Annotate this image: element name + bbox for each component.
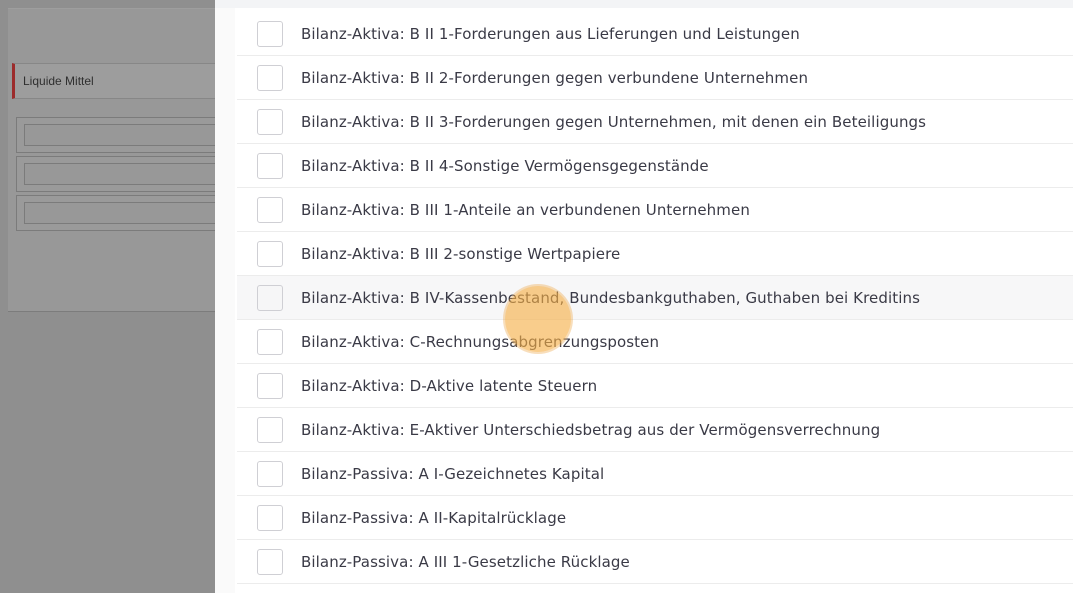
- item-label: Bilanz-Passiva: A II-Kapitalrücklage: [301, 508, 567, 527]
- item-label: Bilanz-Aktiva: D-Aktive latente Steuern: [301, 376, 598, 395]
- empty-field-1[interactable]: [16, 117, 215, 153]
- list-item[interactable]: Bilanz-Aktiva: B III 1-Anteile an verbun…: [237, 188, 1073, 232]
- item-label: Bilanz-Aktiva: E-Aktiver Unterschiedsbet…: [301, 420, 881, 439]
- top-background-strip: [215, 0, 1073, 8]
- empty-field-3-inner: [24, 202, 215, 224]
- liquide-mittel-field[interactable]: Liquide Mittel: [12, 63, 215, 99]
- list-item[interactable]: Bilanz-Passiva: A II-Kapitalrücklage: [237, 496, 1073, 540]
- item-checkbox[interactable]: [257, 152, 283, 179]
- list-item[interactable]: Bilanz-Aktiva: E-Aktiver Unterschiedsbet…: [237, 408, 1073, 452]
- item-checkbox[interactable]: [257, 240, 283, 267]
- item-checkbox[interactable]: [257, 548, 283, 575]
- item-label: Bilanz-Aktiva: B III 2-sonstige Wertpapi…: [301, 244, 621, 263]
- empty-field-2[interactable]: [16, 156, 215, 192]
- list-left-gutter: [215, 0, 235, 593]
- item-checkbox[interactable]: [257, 20, 283, 47]
- item-label: Bilanz-Aktiva: B II 3-Forderungen gegen …: [301, 112, 927, 131]
- item-checkbox[interactable]: [257, 284, 283, 311]
- empty-field-3[interactable]: [16, 195, 215, 231]
- item-label: Bilanz-Aktiva: C-Rechnungsabgrenzungspos…: [301, 332, 660, 351]
- list-item[interactable]: Bilanz-Aktiva: B II 2-Forderungen gegen …: [237, 56, 1073, 100]
- item-checkbox[interactable]: [257, 504, 283, 531]
- item-checkbox[interactable]: [257, 64, 283, 91]
- liquide-mittel-field-value: Liquide Mittel: [23, 74, 94, 88]
- item-checkbox[interactable]: [257, 196, 283, 223]
- account-checkbox-list: Bilanz-Aktiva: B II 1-Forderungen aus Li…: [215, 0, 1073, 593]
- item-checkbox[interactable]: [257, 328, 283, 355]
- item-label: Bilanz-Passiva: A III 1-Gesetzliche Rück…: [301, 552, 630, 571]
- item-label: Bilanz-Aktiva: B II 1-Forderungen aus Li…: [301, 24, 800, 43]
- list-item[interactable]: Bilanz-Aktiva: B II 4-Sonstige Vermögens…: [237, 144, 1073, 188]
- item-label: Bilanz-Aktiva: B II 2-Forderungen gegen …: [301, 68, 809, 87]
- list-item[interactable]: Bilanz-Aktiva: B II 3-Forderungen gegen …: [237, 100, 1073, 144]
- item-checkbox[interactable]: [257, 108, 283, 135]
- list-item[interactable]: Bilanz-Passiva: A I-Gezeichnetes Kapital: [237, 452, 1073, 496]
- list-item[interactable]: Bilanz-Aktiva: C-Rechnungsabgrenzungspos…: [237, 320, 1073, 364]
- item-checkbox[interactable]: [257, 372, 283, 399]
- list-item[interactable]: Bilanz-Passiva: A III 1-Gesetzliche Rück…: [237, 540, 1073, 584]
- item-label: Bilanz-Aktiva: B III 1-Anteile an verbun…: [301, 200, 750, 219]
- list-item[interactable]: Bilanz-Aktiva: B II 1-Forderungen aus Li…: [237, 12, 1073, 56]
- item-label: Bilanz-Passiva: A I-Gezeichnetes Kapital: [301, 464, 605, 483]
- empty-field-2-inner: [24, 163, 215, 185]
- list-item[interactable]: Bilanz-Aktiva: D-Aktive latente Steuern: [237, 364, 1073, 408]
- item-label: Bilanz-Aktiva: B IV-Kassenbestand, Bunde…: [301, 288, 921, 307]
- item-label: Bilanz-Aktiva: B II 4-Sonstige Vermögens…: [301, 156, 709, 175]
- list-item[interactable]: Bilanz-Aktiva: B III 2-sonstige Wertpapi…: [237, 232, 1073, 276]
- empty-field-1-inner: [24, 124, 215, 146]
- left-panel-dimmed: Liquide Mittel: [0, 0, 215, 593]
- item-checkbox[interactable]: [257, 416, 283, 443]
- list-item-hovered[interactable]: Bilanz-Aktiva: B IV-Kassenbestand, Bunde…: [237, 276, 1073, 320]
- item-checkbox[interactable]: [257, 460, 283, 487]
